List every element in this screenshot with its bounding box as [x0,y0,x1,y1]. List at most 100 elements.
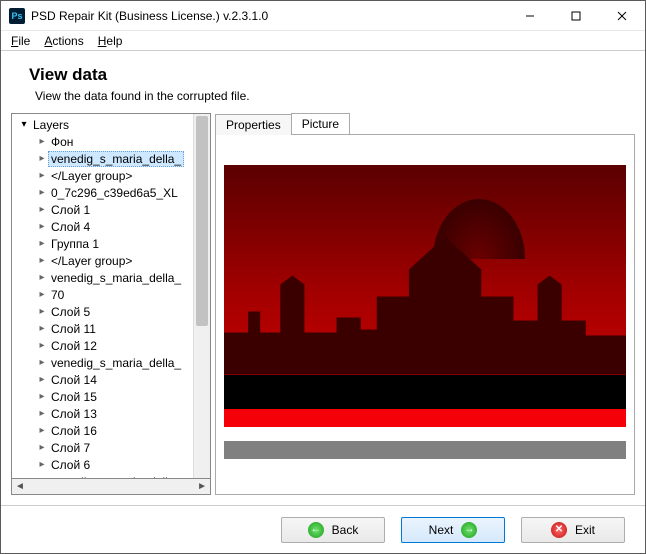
layer-tree[interactable]: ▾Layers▸Фон▸venedig_s_maria_della_▸</Lay… [11,113,211,478]
tree-vertical-scrollbar[interactable] [193,114,210,478]
minimize-button[interactable] [507,1,553,31]
tree-item[interactable]: ▸Слой 12 [12,337,193,354]
chevron-right-icon[interactable]: ▸ [36,221,48,232]
preview-panel: Properties Picture [215,113,635,495]
tree-root[interactable]: ▾Layers [12,116,193,133]
tree-item-label: Слой 14 [48,373,100,387]
close-button[interactable] [599,1,645,31]
layer-preview-image [224,165,626,465]
tree-item[interactable]: ▸Фон [12,133,193,150]
chevron-right-icon[interactable]: ▸ [36,272,48,283]
tree-item-label: Слой 4 [48,220,93,234]
scroll-left-icon[interactable]: ◄ [15,481,25,492]
tree-item-label: Слой 7 [48,441,93,455]
chevron-right-icon[interactable]: ▸ [36,289,48,300]
back-button-label: Back [332,523,359,537]
tree-item[interactable]: ▸Слой 13 [12,405,193,422]
tree-item[interactable]: ▸</Layer group> [12,167,193,184]
tree-item[interactable]: ▸Слой 15 [12,388,193,405]
chevron-right-icon[interactable]: ▸ [36,255,48,266]
tree-item[interactable]: ▸Слой 6 [12,456,193,473]
tree-item[interactable]: ▸Слой 1 [12,201,193,218]
tree-item[interactable]: ▸</Layer group> [12,252,193,269]
chevron-right-icon[interactable]: ▸ [36,323,48,334]
menu-file[interactable]: File [11,34,30,48]
chevron-down-icon[interactable]: ▾ [18,119,30,130]
window-controls [507,1,645,31]
wizard-footer: ← Back Next → ✕ Exit [1,505,645,553]
tree-item-label: Слой 12 [48,339,100,353]
tree-root-label: Layers [30,118,72,132]
tree-item[interactable]: ▸70 [12,286,193,303]
chevron-right-icon[interactable]: ▸ [36,408,48,419]
chevron-right-icon[interactable]: ▸ [36,170,48,181]
tree-item[interactable]: ▸Слой 4 [12,218,193,235]
tree-item-label: venedig_s_maria_della_ [48,356,184,370]
chevron-right-icon[interactable]: ▸ [36,459,48,470]
tree-item-label: Слой 13 [48,407,100,421]
tree-item-label: Слой 6 [48,458,93,472]
chevron-right-icon[interactable]: ▸ [36,238,48,249]
page-title: View data [29,65,617,85]
tree-item-label: Слой 5 [48,305,93,319]
chevron-right-icon[interactable]: ▸ [36,391,48,402]
chevron-right-icon[interactable]: ▸ [36,204,48,215]
picture-tab-content [215,135,635,495]
layer-tree-panel: ▾Layers▸Фон▸venedig_s_maria_della_▸</Lay… [11,113,211,495]
chevron-right-icon[interactable]: ▸ [36,153,48,164]
tree-item-label: </Layer group> [48,254,135,268]
tree-item-label: 0_7c296_c39ed6a5_XL [48,186,181,200]
main-content: ▾Layers▸Фон▸venedig_s_maria_della_▸</Lay… [11,113,635,495]
tree-item[interactable]: ▸venedig_s_maria_della_ [12,269,193,286]
menu-help[interactable]: Help [98,34,123,48]
tab-picture[interactable]: Picture [291,113,350,134]
menu-bar: File Actions Help [1,31,645,51]
chevron-right-icon[interactable]: ▸ [36,357,48,368]
chevron-right-icon[interactable]: ▸ [36,442,48,453]
maximize-button[interactable] [553,1,599,31]
back-button[interactable]: ← Back [281,517,385,543]
close-icon: ✕ [551,522,567,538]
chevron-right-icon[interactable]: ▸ [36,425,48,436]
app-icon: Ps [9,8,25,24]
chevron-right-icon[interactable]: ▸ [36,306,48,317]
tree-item-label: Фон [48,135,76,149]
tree-item[interactable]: ▸venedig_s_maria_della_ [12,354,193,371]
tree-item-label: Слой 11 [48,322,99,336]
tree-item-label: venedig_s_maria_della_ [48,151,184,167]
tree-item-label: </Layer group> [48,169,135,183]
tree-item-label: venedig_s_maria_della_ [48,271,184,285]
scroll-right-icon[interactable]: ► [197,481,207,492]
tree-item[interactable]: ▸Слой 7 [12,439,193,456]
exit-button-label: Exit [575,523,595,537]
tree-item-label: 70 [48,288,67,302]
tree-item[interactable]: ▸venedig_s_maria_della_ [12,150,193,167]
tree-item-label: Слой 16 [48,424,100,438]
chevron-right-icon[interactable]: ▸ [36,374,48,385]
arrow-left-icon: ← [308,522,324,538]
tree-item[interactable]: ▸Слой 16 [12,422,193,439]
exit-button[interactable]: ✕ Exit [521,517,625,543]
scrollbar-thumb[interactable] [196,116,208,326]
tree-item[interactable]: ▸0_7c296_c39ed6a5_XL [12,184,193,201]
title-bar: Ps PSD Repair Kit (Business License.) v.… [1,1,645,31]
menu-actions[interactable]: Actions [44,34,83,48]
next-button-label: Next [429,523,454,537]
tree-item[interactable]: ▸Слой 11 [12,320,193,337]
chevron-right-icon[interactable]: ▸ [36,340,48,351]
tree-item[interactable]: ▸Группа 1 [12,235,193,252]
chevron-right-icon[interactable]: ▸ [36,187,48,198]
tree-item-label: Слой 1 [48,203,93,217]
tab-bar: Properties Picture [215,113,635,135]
page-header: View data View the data found in the cor… [1,51,645,113]
arrow-right-icon: → [461,522,477,538]
tree-horizontal-scrollbar[interactable]: ◄ ► [11,478,211,495]
next-button[interactable]: Next → [401,517,505,543]
tab-properties[interactable]: Properties [215,114,292,135]
tree-item[interactable]: ▸Слой 5 [12,303,193,320]
window-title: PSD Repair Kit (Business License.) v.2.3… [31,9,268,23]
tree-item[interactable]: ▸Слой 14 [12,371,193,388]
tree-item-label: Группа 1 [48,237,102,251]
chevron-right-icon[interactable]: ▸ [36,136,48,147]
page-subtitle: View the data found in the corrupted fil… [29,89,617,103]
